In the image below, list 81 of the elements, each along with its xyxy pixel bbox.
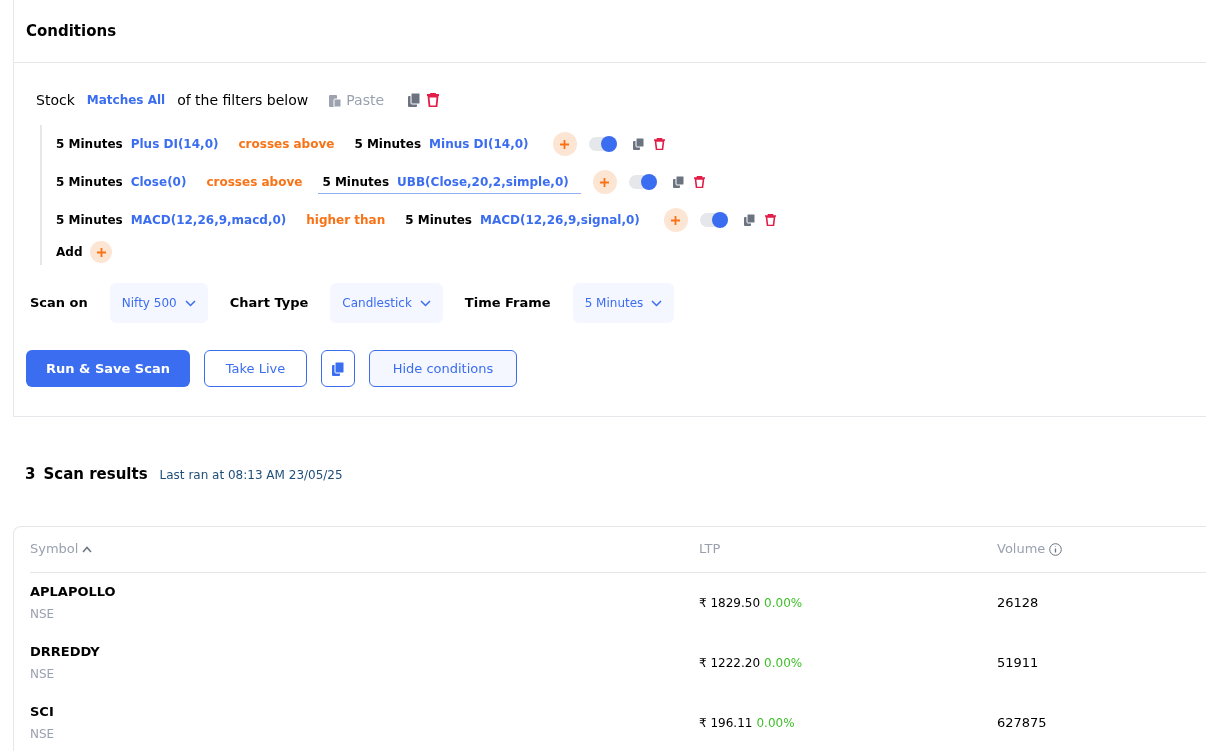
timeframe-label[interactable]: 5 Minutes: [56, 173, 123, 191]
trash-icon[interactable]: [427, 93, 440, 107]
results-title: Scan results: [43, 464, 148, 485]
setting-dropdown[interactable]: 5 Minutes: [572, 283, 675, 323]
trash-icon[interactable]: [653, 138, 665, 150]
paste-button[interactable]: Paste: [328, 89, 385, 111]
setting-label: Chart Type: [229, 294, 309, 313]
plus-icon: [671, 215, 681, 225]
copy-icon[interactable]: [408, 93, 422, 107]
setting-dropdown[interactable]: Candlestick: [330, 283, 443, 323]
add-button[interactable]: [90, 241, 113, 263]
chevron-down-icon: [184, 299, 196, 307]
toggle-switch[interactable]: [628, 175, 657, 189]
symbol-cell[interactable]: DRREDDY: [30, 641, 699, 662]
last-ran-text: Last ran at 08:13 AM 23/05/25: [159, 467, 343, 484]
add-button[interactable]: [592, 170, 617, 194]
indicator-label[interactable]: UBB(Close,20,2,simple,0): [397, 172, 569, 191]
plus-icon: [560, 139, 570, 149]
plus-icon: [96, 247, 106, 257]
trash-icon[interactable]: [693, 176, 705, 188]
volume-cell-text: 627875: [997, 713, 1047, 732]
operator-label[interactable]: crosses above: [206, 173, 303, 191]
indicator-label[interactable]: Plus DI(14,0): [130, 135, 219, 153]
hide-conditions-button[interactable]: Hide conditions: [368, 350, 517, 387]
timeframe-label[interactable]: 5 Minutes: [354, 134, 422, 153]
price-cell-text: ₹ 1222.20: [699, 654, 761, 672]
copy-icon[interactable]: [632, 138, 644, 150]
setting-label: Time Frame: [464, 294, 551, 313]
column-header[interactable]: Volume: [997, 539, 1046, 559]
result-count: 3: [25, 464, 36, 485]
panel-title: Conditions: [26, 20, 117, 42]
exchange-cell-text: NSE: [30, 606, 56, 624]
info-icon[interactable]: [1049, 542, 1063, 556]
exchange-cell-text: NSE: [30, 666, 56, 684]
sort-up-icon: [82, 545, 93, 553]
operator-label[interactable]: crosses above: [238, 135, 335, 153]
filter-subject: Stock: [36, 90, 75, 110]
change-cell-text: 0.00%: [764, 654, 803, 672]
indicator-label[interactable]: Close(0): [130, 173, 187, 191]
add-button[interactable]: [552, 132, 577, 156]
timeframe-label[interactable]: 5 Minutes: [56, 211, 123, 229]
indicator-label[interactable]: MACD(12,26,9,signal,0): [479, 210, 640, 229]
right-operand-field[interactable]: 5 Minutes UBB(Close,20,2,simple,0): [318, 170, 581, 194]
copy-icon[interactable]: [672, 176, 684, 188]
change-cell-text: 0.00%: [764, 594, 803, 612]
symbol-cell[interactable]: SCI: [30, 701, 699, 722]
timeframe-label[interactable]: 5 Minutes: [405, 210, 472, 229]
exchange-cell-text: NSE: [30, 726, 56, 744]
setting-label: Scan on: [30, 294, 88, 313]
timeframe-label[interactable]: 5 Minutes: [322, 172, 390, 191]
right-operand-field[interactable]: 5 Minutes Minus DI(14,0): [350, 132, 541, 156]
run-save-scan-button[interactable]: Run & Save Scan: [26, 350, 190, 387]
chevron-down-icon: [419, 299, 431, 307]
right-operand-field[interactable]: 5 Minutes MACD(12,26,9,signal,0): [401, 208, 652, 232]
take-live-button[interactable]: Take Live: [203, 350, 307, 387]
plus-icon: [600, 177, 610, 187]
operator-label[interactable]: higher than: [306, 211, 386, 229]
column-header[interactable]: Symbol: [30, 539, 79, 559]
trash-icon[interactable]: [764, 214, 776, 226]
indicator-label[interactable]: Minus DI(14,0): [429, 134, 529, 153]
toggle-switch[interactable]: [699, 213, 728, 227]
setting-dropdown[interactable]: Nifty 500: [109, 283, 208, 323]
price-cell-text: ₹ 1829.50: [699, 594, 761, 612]
add-button[interactable]: [663, 208, 688, 232]
toggle-switch[interactable]: [588, 137, 617, 151]
filter-suffix: of the filters below: [177, 90, 309, 110]
volume-cell-text: 51911: [997, 653, 1039, 672]
match-selector[interactable]: Matches All: [86, 91, 166, 109]
add-label: Add: [56, 244, 83, 261]
change-cell-text: 0.00%: [756, 714, 795, 732]
copy-icon: [331, 361, 344, 376]
symbol-cell[interactable]: APLAPOLLO: [30, 581, 699, 602]
price-cell-text: ₹ 196.11: [699, 714, 753, 732]
chevron-down-icon: [651, 299, 663, 307]
clipboard-icon: [328, 92, 343, 108]
copy-button[interactable]: [320, 350, 355, 387]
column-header[interactable]: LTP: [699, 539, 721, 559]
volume-cell-text: 26128: [997, 593, 1039, 612]
timeframe-label[interactable]: 5 Minutes: [56, 135, 123, 153]
copy-icon[interactable]: [743, 214, 755, 226]
indicator-label[interactable]: MACD(12,26,9,macd,0): [130, 211, 287, 229]
